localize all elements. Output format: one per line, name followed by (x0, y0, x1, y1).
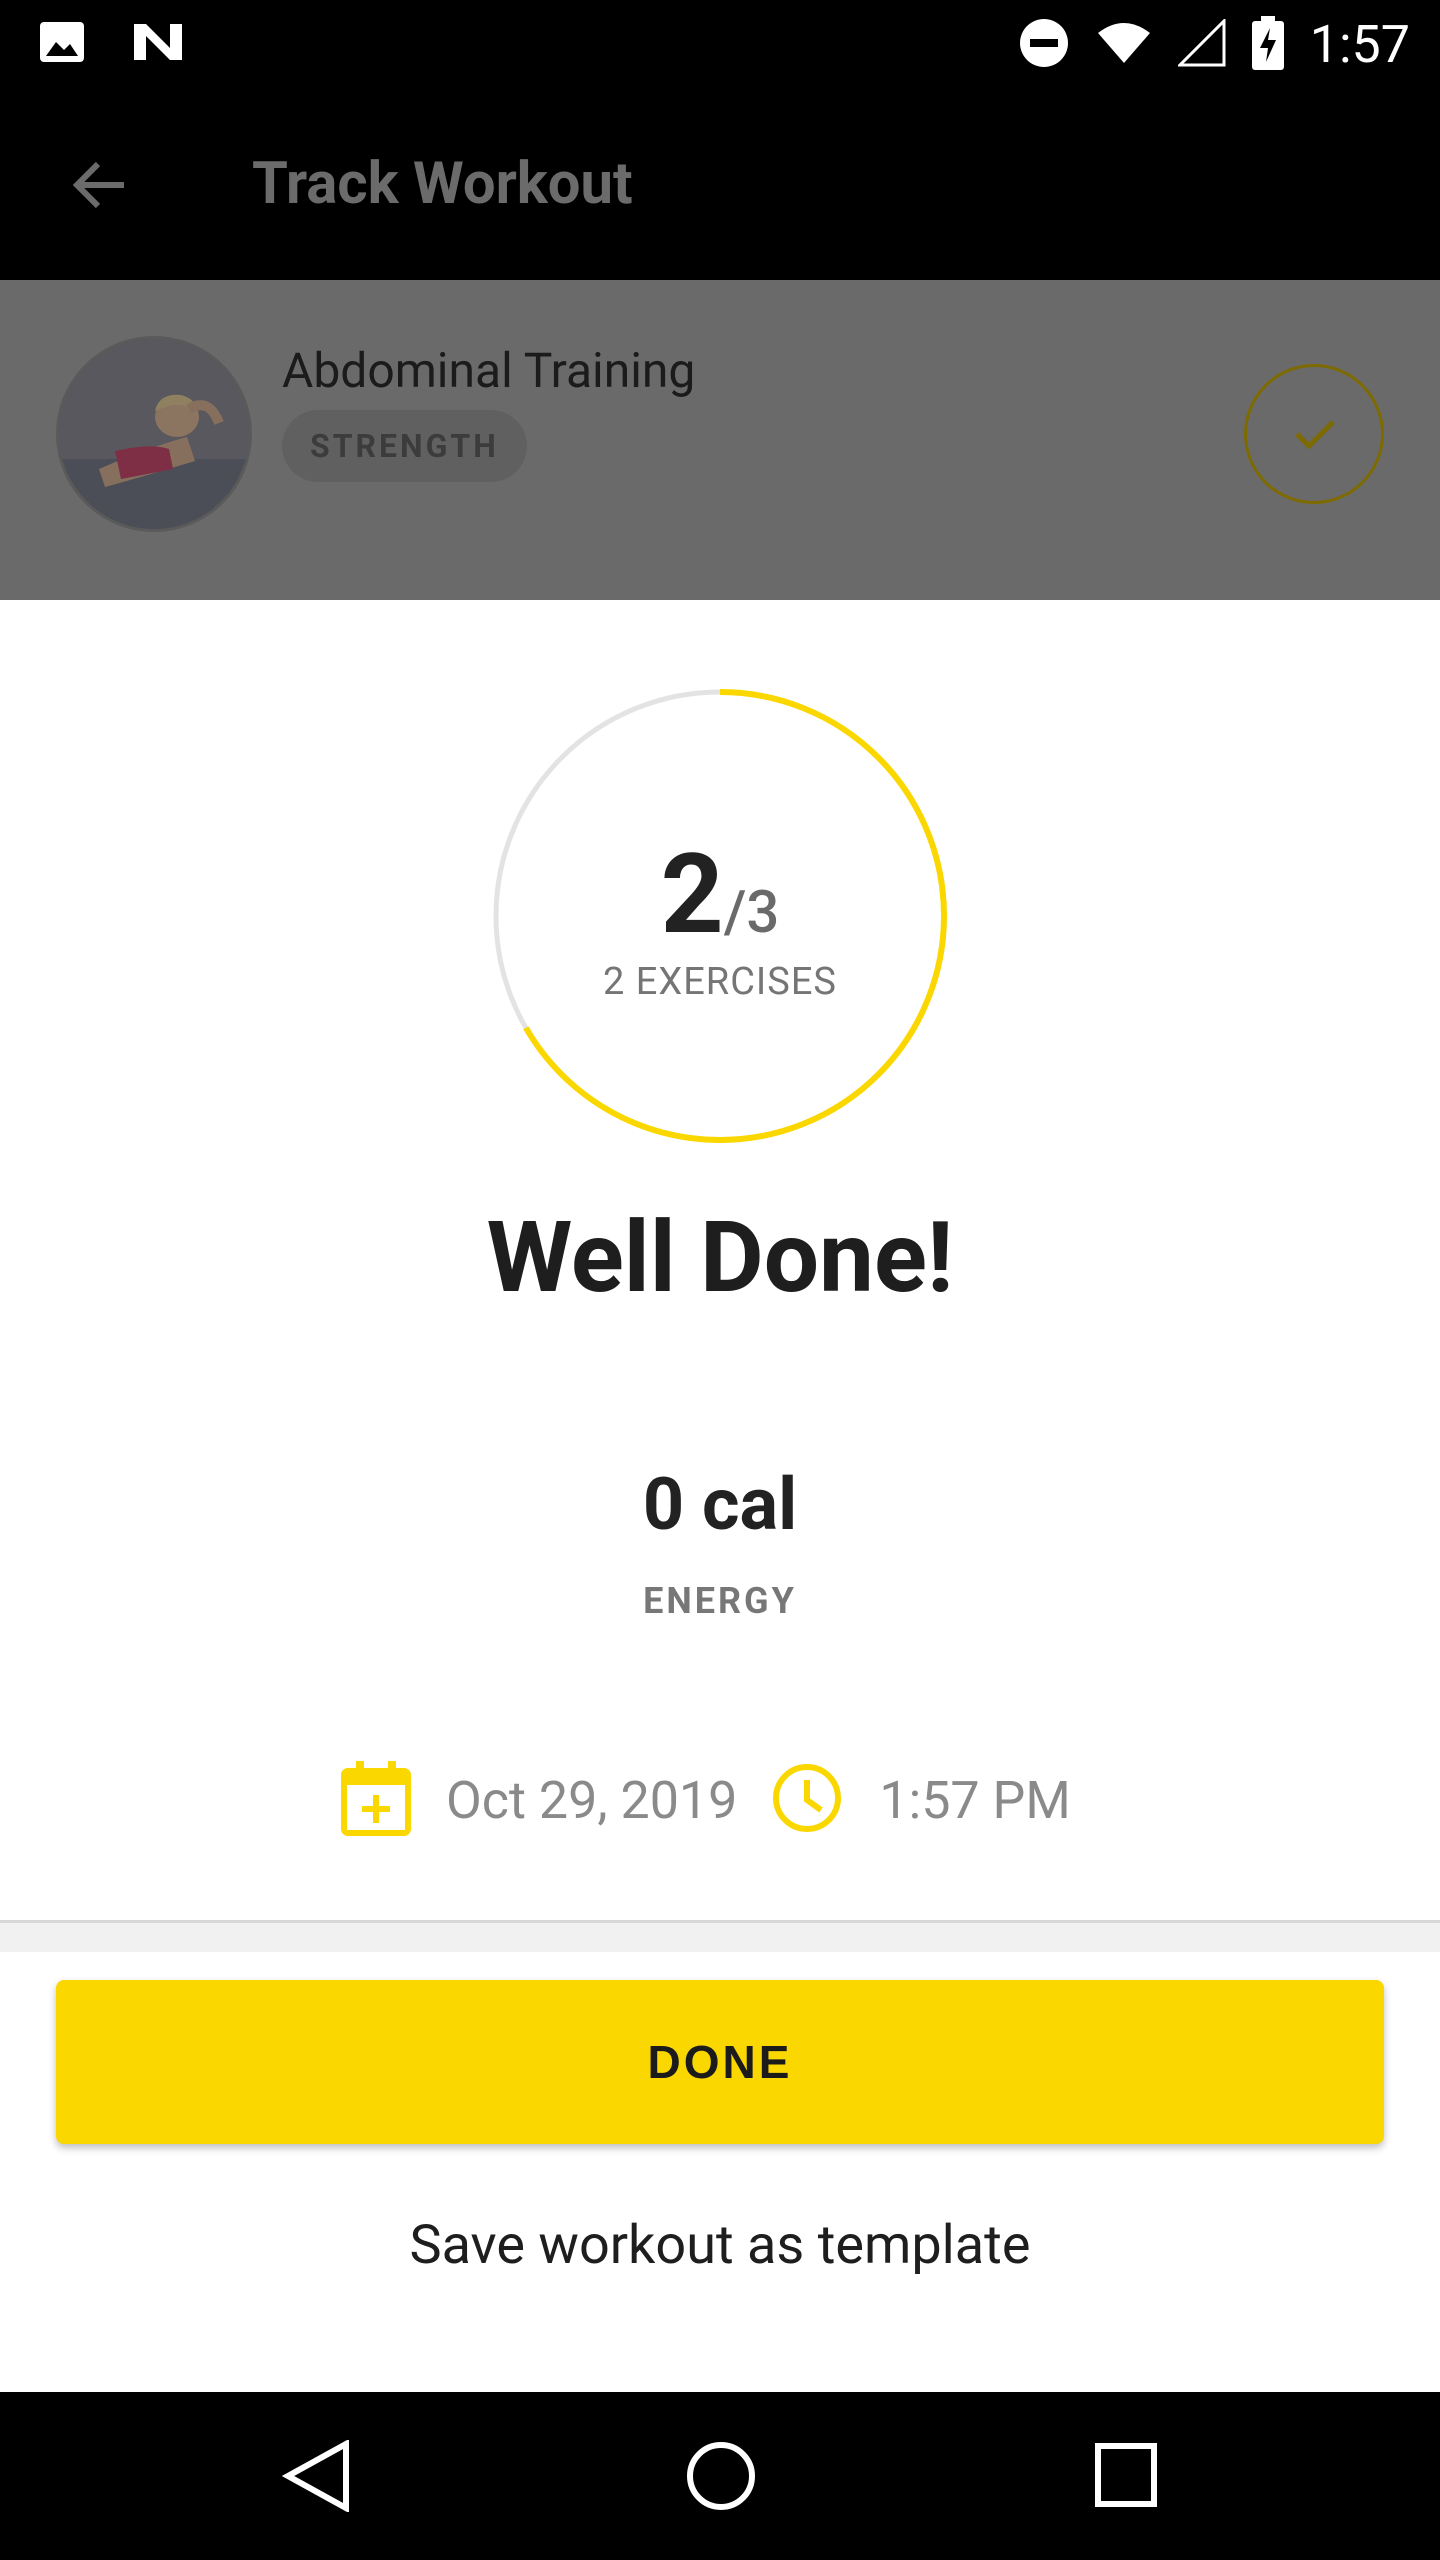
workout-date[interactable]: Oct 29, 2019 (446, 1770, 737, 1831)
divider (0, 1920, 1440, 1952)
n-notification-icon (132, 20, 184, 68)
app-bar: Track Workout (0, 88, 1440, 280)
clock-icon (771, 1762, 843, 1838)
status-bar: 1:57 (0, 0, 1440, 88)
page-title: Track Workout (252, 150, 633, 218)
wifi-icon (1096, 21, 1152, 69)
image-notification-icon (38, 20, 86, 68)
completed-count: 2 (660, 830, 724, 959)
workout-time[interactable]: 1:57 PM (879, 1770, 1070, 1831)
save-template-link[interactable]: Save workout as template (0, 2214, 1440, 2277)
energy-value: 0 cal (642, 1462, 798, 1547)
energy-label: ENERGY (643, 1580, 797, 1622)
category-chip: STRENGTH (282, 410, 527, 482)
date-time-row: Oct 29, 2019 1:57 PM (340, 1750, 1071, 1850)
completed-check-button[interactable] (1244, 364, 1384, 504)
do-not-disturb-icon (1018, 17, 1070, 73)
check-icon (1295, 420, 1335, 450)
calendar-add-icon (340, 1759, 412, 1841)
navigation-bar (0, 2392, 1440, 2560)
back-nav-icon[interactable] (281, 2438, 352, 2516)
home-nav-icon[interactable] (686, 2440, 756, 2516)
done-button[interactable]: DONE (56, 1980, 1384, 2144)
exercise-label: 2 EXERCISES (602, 960, 837, 1004)
back-arrow-icon[interactable] (64, 150, 134, 220)
exercise-count: 2/3 (0, 830, 1440, 959)
headline: Well Done! (486, 1200, 954, 1315)
recents-nav-icon[interactable] (1094, 2442, 1158, 2512)
total-count: /3 (723, 879, 780, 947)
workout-summary-row: Abdominal Training STRENGTH (0, 280, 1440, 600)
workout-name: Abdominal Training (282, 342, 696, 399)
signal-icon (1176, 16, 1226, 71)
workout-thumbnail (56, 336, 252, 532)
battery-charging-icon (1251, 15, 1284, 74)
clock-time: 1:57 (1309, 14, 1410, 75)
